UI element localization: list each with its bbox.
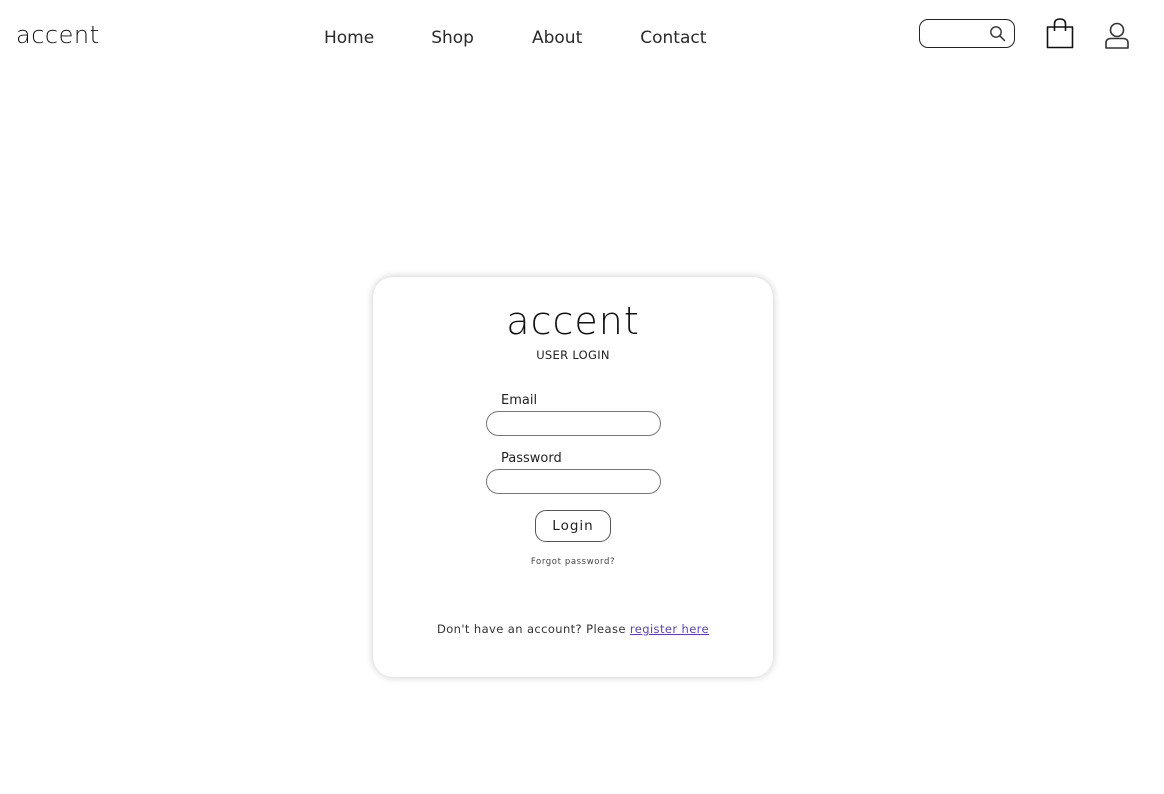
- login-button[interactable]: Login: [535, 510, 611, 542]
- email-label: Email: [501, 393, 538, 408]
- user-icon[interactable]: [1104, 22, 1130, 49]
- nav-contact[interactable]: Contact: [640, 28, 706, 48]
- register-link[interactable]: register here: [630, 622, 709, 636]
- shopping-bag-icon[interactable]: [1045, 17, 1075, 49]
- card-logo: accent: [506, 299, 640, 343]
- forgot-password-link[interactable]: Forgot password?: [373, 557, 773, 567]
- register-prompt-text: Don't have an account? Please: [436, 622, 626, 636]
- login-title: USER LOGIN: [536, 348, 610, 362]
- email-field[interactable]: [486, 411, 661, 436]
- login-card: accent USER LOGIN Email Password Login F…: [373, 277, 773, 677]
- nav-home[interactable]: Home: [324, 28, 374, 48]
- register-prompt: Don't have an account? Please register h…: [373, 622, 773, 636]
- password-label: Password: [501, 451, 562, 466]
- search-box: [919, 19, 1015, 48]
- nav-about[interactable]: About: [532, 28, 582, 48]
- search-icon[interactable]: [989, 25, 1006, 42]
- nav-shop[interactable]: Shop: [431, 28, 474, 48]
- main-nav: Home Shop About Contact: [324, 28, 706, 48]
- brand-logo[interactable]: accent: [16, 21, 99, 49]
- password-field[interactable]: [486, 469, 661, 494]
- search-input[interactable]: [926, 25, 988, 42]
